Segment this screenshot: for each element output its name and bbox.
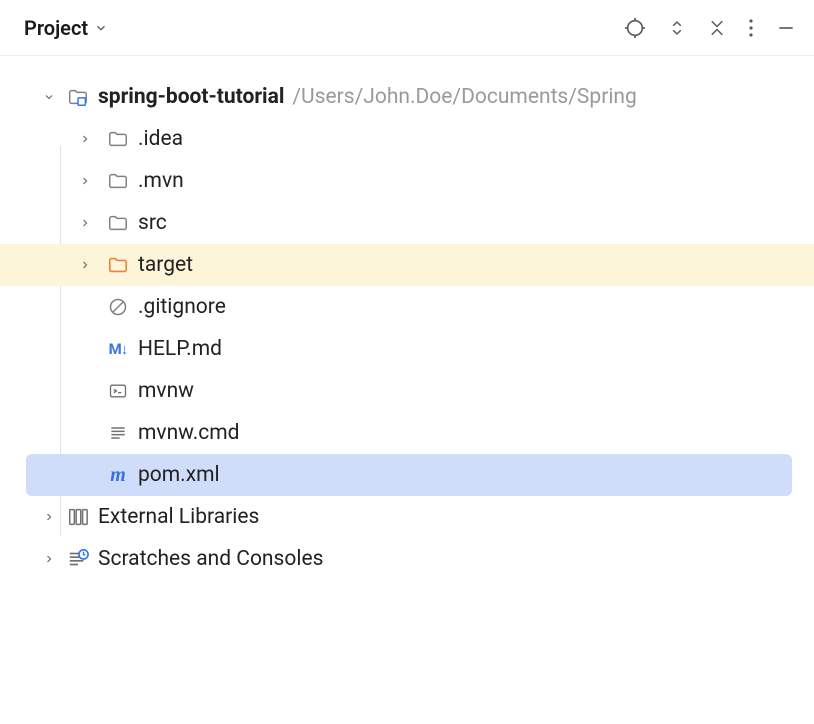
excluded-folder-icon xyxy=(106,253,130,277)
shell-file-icon xyxy=(106,379,130,403)
node-label: Scratches and Consoles xyxy=(98,547,323,571)
folder-src[interactable]: src xyxy=(0,202,814,244)
collapse-all-icon[interactable] xyxy=(708,19,726,37)
module-folder-icon xyxy=(66,85,90,109)
chevron-right-icon[interactable] xyxy=(42,511,56,523)
folder-icon xyxy=(106,127,130,151)
toolbar-title: Project xyxy=(24,16,88,40)
node-label: mvnw xyxy=(138,379,194,403)
file-gitignore[interactable]: .gitignore xyxy=(0,286,814,328)
chevron-down-icon[interactable] xyxy=(42,91,56,103)
node-label: target xyxy=(138,253,193,277)
project-toolbar: Project xyxy=(0,0,814,56)
node-label: .mvn xyxy=(138,169,184,193)
folder-icon xyxy=(106,169,130,193)
ignored-file-icon xyxy=(106,295,130,319)
more-options-icon[interactable] xyxy=(748,18,754,38)
tree-root-node[interactable]: spring-boot-tutorial /Users/John.Doe/Doc… xyxy=(0,76,814,118)
root-path: /Users/John.Doe/Documents/Spring xyxy=(292,85,636,109)
scratches-icon xyxy=(66,547,90,571)
folder-icon xyxy=(106,211,130,235)
node-label: HELP.md xyxy=(138,337,222,361)
node-label: pom.xml xyxy=(138,463,220,487)
external-libraries-node[interactable]: External Libraries xyxy=(0,496,814,538)
chevron-right-icon[interactable] xyxy=(78,175,92,187)
chevron-right-icon[interactable] xyxy=(78,133,92,145)
folder-idea[interactable]: .idea xyxy=(0,118,814,160)
libraries-icon xyxy=(66,505,90,529)
chevron-down-icon[interactable] xyxy=(94,21,108,35)
folder-target[interactable]: target xyxy=(0,244,814,286)
node-label: src xyxy=(138,211,167,235)
markdown-file-icon: M↓ xyxy=(106,337,130,361)
folder-mvn[interactable]: .mvn xyxy=(0,160,814,202)
project-tree: spring-boot-tutorial /Users/John.Doe/Doc… xyxy=(0,56,814,580)
chevron-right-icon[interactable] xyxy=(78,217,92,229)
text-file-icon xyxy=(106,421,130,445)
expand-collapse-icon[interactable] xyxy=(668,18,686,38)
node-label: External Libraries xyxy=(98,505,259,529)
root-name: spring-boot-tutorial xyxy=(98,85,284,109)
chevron-right-icon[interactable] xyxy=(42,553,56,565)
node-label: mvnw.cmd xyxy=(138,421,239,445)
scratches-consoles-node[interactable]: Scratches and Consoles xyxy=(0,538,814,580)
toolbar-title-group[interactable]: Project xyxy=(24,16,108,40)
file-pom-xml[interactable]: m pom.xml xyxy=(26,454,792,496)
node-label: .idea xyxy=(138,127,183,151)
locate-icon[interactable] xyxy=(624,17,646,39)
minimize-icon[interactable] xyxy=(776,18,796,38)
toolbar-actions xyxy=(624,17,796,39)
node-label: .gitignore xyxy=(138,295,226,319)
maven-file-icon: m xyxy=(106,463,130,487)
file-mvnw[interactable]: mvnw xyxy=(0,370,814,412)
chevron-right-icon[interactable] xyxy=(78,259,92,271)
file-mvnw-cmd[interactable]: mvnw.cmd xyxy=(0,412,814,454)
file-help-md[interactable]: M↓ HELP.md xyxy=(0,328,814,370)
